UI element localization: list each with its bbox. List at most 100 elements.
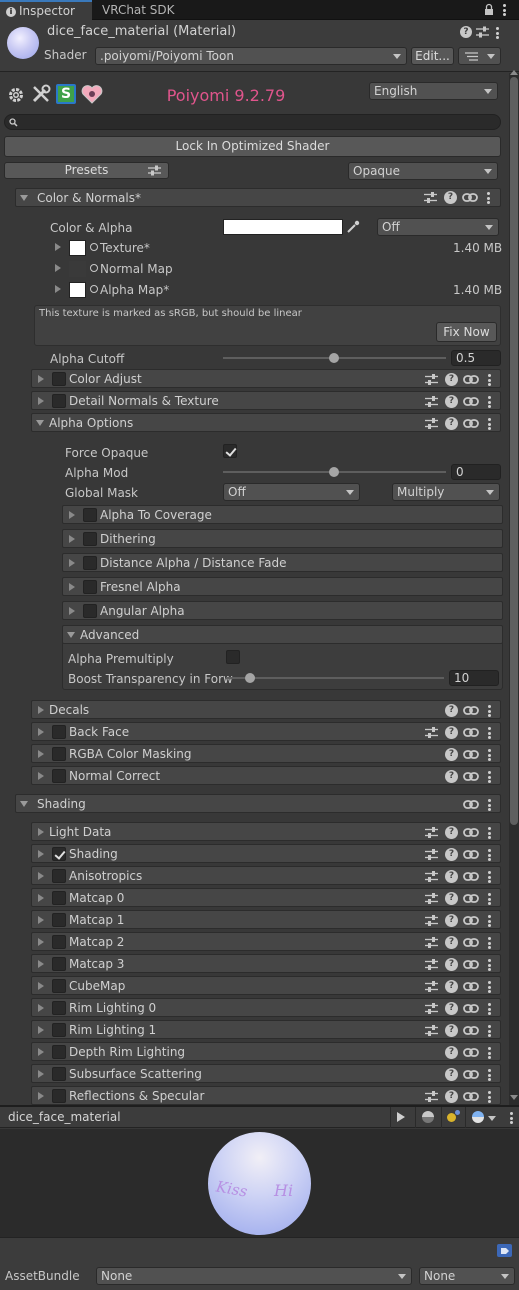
section-back-face-header[interactable]: Back Face ? (31, 722, 501, 741)
section-alpha-sub-header[interactable]: Fresnel Alpha (62, 577, 503, 596)
link-icon[interactable] (463, 395, 479, 408)
presets-sliders-icon[interactable] (425, 1002, 438, 1015)
section-menu-icon[interactable] (488, 893, 491, 907)
section-detail-normals-enable-checkbox[interactable] (52, 394, 66, 408)
light-icon[interactable] (447, 1113, 456, 1122)
section-shading-item-header[interactable]: Subsurface Scattering? (31, 1064, 501, 1083)
presets-sliders-icon[interactable] (425, 914, 438, 927)
section-normal-correct-enable-checkbox[interactable] (52, 769, 66, 783)
presets-sliders-icon[interactable] (425, 726, 438, 739)
global-mask-blend-dropdown[interactable]: Multiply (392, 483, 500, 501)
alpha-cutoff-slider-thumb[interactable] (329, 353, 339, 363)
section-shading-item-header[interactable]: Matcap 1 ? (31, 910, 501, 929)
texture-thumbnail[interactable] (69, 282, 86, 298)
boost-transparency-field[interactable]: 10 (449, 670, 499, 686)
help-icon[interactable]: ? (445, 726, 458, 739)
link-icon[interactable] (463, 1024, 479, 1037)
preview-area[interactable]: Kiss Hi (0, 1129, 519, 1237)
section-alpha-sub-enable-checkbox[interactable] (83, 508, 97, 522)
section-shading-item-enable-checkbox[interactable] (52, 1045, 66, 1059)
preview-dropdown-arrow-icon[interactable] (488, 1116, 496, 1121)
section-menu-icon[interactable] (488, 771, 491, 785)
presets-sliders-icon[interactable] (425, 892, 438, 905)
link-icon[interactable] (463, 826, 479, 839)
section-shading-item-header[interactable]: Depth Rim Lighting? (31, 1042, 501, 1061)
preview-sphere-icon[interactable] (472, 1111, 484, 1123)
link-icon[interactable] (463, 748, 479, 761)
help-icon[interactable]: ? (445, 958, 458, 971)
link-icon[interactable] (463, 1046, 479, 1059)
help-icon[interactable]: ? (445, 914, 458, 927)
lock-in-optimized-shader-button[interactable]: Lock In Optimized Shader (4, 136, 501, 157)
presets-sliders-icon[interactable] (425, 958, 438, 971)
link-icon[interactable] (463, 1002, 479, 1015)
section-shading-item-header[interactable]: Shading ? (31, 844, 501, 863)
help-icon[interactable]: ? (445, 826, 458, 839)
section-menu-icon[interactable] (488, 727, 491, 741)
texture-expand-arrow-icon[interactable] (55, 285, 61, 293)
texture-object-picker-icon[interactable] (90, 264, 98, 272)
section-alpha-options-header[interactable]: Alpha Options ? (31, 413, 501, 432)
alpha-mod-field[interactable]: 0 (451, 464, 501, 480)
presets-sliders-icon[interactable] (425, 848, 438, 861)
scroll-up-icon[interactable] (510, 70, 518, 75)
link-icon[interactable] (463, 1068, 479, 1081)
section-menu-icon[interactable] (488, 374, 491, 388)
section-menu-icon[interactable] (488, 981, 491, 995)
link-icon[interactable] (463, 870, 479, 883)
presets-settings-icon[interactable] (476, 26, 489, 38)
presets-sliders-icon[interactable] (425, 870, 438, 883)
lock-icon[interactable] (484, 3, 494, 16)
scrollbar-track[interactable] (509, 70, 519, 1105)
texture-thumbnail[interactable] (69, 240, 86, 256)
section-alpha-sub-enable-checkbox[interactable] (83, 604, 97, 618)
help-icon[interactable]: ? (445, 892, 458, 905)
section-alpha-sub-enable-checkbox[interactable] (83, 580, 97, 594)
help-icon[interactable]: ? (445, 870, 458, 883)
preview-menu-icon[interactable] (510, 1112, 513, 1126)
assetbundle-name-dropdown[interactable]: None (96, 1267, 412, 1285)
section-menu-icon[interactable] (488, 937, 491, 951)
section-color-adjust-header[interactable]: Color Adjust ? (31, 369, 501, 388)
section-shading-item-enable-checkbox[interactable] (52, 979, 66, 993)
section-alpha-sub-header[interactable]: Angular Alpha (62, 601, 503, 620)
section-shading-item-header[interactable]: Reflections & Specular ? (31, 1086, 501, 1105)
alpha-cutoff-field[interactable]: 0.5 (451, 350, 501, 366)
section-rgba-masking-enable-checkbox[interactable] (52, 747, 66, 761)
section-color-adjust-enable-checkbox[interactable] (52, 372, 66, 386)
link-icon[interactable] (463, 980, 479, 993)
section-shading-item-enable-checkbox[interactable] (52, 1067, 66, 1081)
link-icon[interactable] (463, 1090, 479, 1103)
section-menu-icon[interactable] (488, 1091, 491, 1105)
section-shading-item-header[interactable]: Anisotropics ? (31, 866, 501, 885)
section-shading-item-enable-checkbox[interactable] (52, 913, 66, 927)
section-menu-icon[interactable] (488, 705, 491, 719)
help-icon[interactable]: ? (460, 26, 472, 38)
label-tag-icon[interactable] (497, 1244, 512, 1257)
help-icon[interactable]: ? (445, 1068, 458, 1081)
section-alpha-sub-header[interactable]: Dithering (62, 529, 503, 548)
section-shading-item-header[interactable]: Matcap 3 ? (31, 954, 501, 973)
texture-object-picker-icon[interactable] (90, 285, 98, 293)
section-advanced-header[interactable]: Advanced (62, 625, 503, 644)
boost-transparency-slider-track[interactable] (226, 677, 444, 679)
alpha-mod-slider-thumb[interactable] (329, 467, 339, 477)
scroll-down-icon[interactable] (510, 1095, 518, 1100)
section-normal-correct-header[interactable]: Normal Correct? (31, 766, 501, 785)
section-shading-item-header[interactable]: Rim Lighting 0 ? (31, 998, 501, 1017)
section-menu-icon[interactable] (488, 959, 491, 973)
preview-mesh-icon[interactable] (422, 1111, 434, 1123)
presets-sliders-icon[interactable] (425, 936, 438, 949)
play-icon[interactable] (397, 1112, 405, 1122)
help-icon[interactable]: ? (445, 1002, 458, 1015)
color-alpha-mode-dropdown[interactable]: Off (377, 218, 499, 236)
presets-sliders-icon[interactable] (425, 826, 438, 839)
link-icon[interactable] (463, 417, 479, 430)
section-color-normals-header[interactable]: Color & Normals* (15, 188, 501, 207)
section-shading-item-enable-checkbox[interactable] (52, 935, 66, 949)
texture-thumbnail-empty[interactable] (69, 261, 86, 277)
section-shading-item-enable-checkbox[interactable] (52, 957, 66, 971)
language-dropdown[interactable]: English (369, 82, 498, 100)
section-shading-item-header[interactable]: Matcap 0 ? (31, 888, 501, 907)
section-shading-item-header[interactable]: Rim Lighting 1 ? (31, 1020, 501, 1039)
